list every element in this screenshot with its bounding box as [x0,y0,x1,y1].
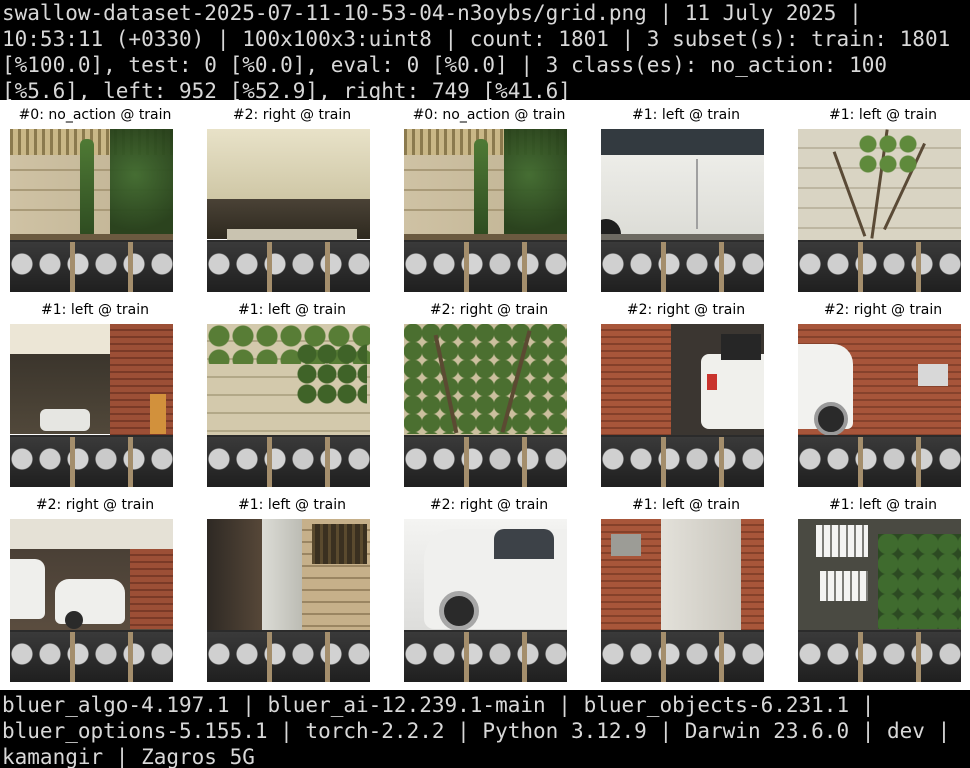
cell-title: #1: left @ train [238,302,346,318]
cell-title: #1: left @ train [829,497,937,513]
thumbnail-image [601,519,764,682]
grid-cell: #1: left @ train [788,100,970,295]
cell-title: #2: right @ train [626,302,746,318]
grid-cell: #1: left @ train [591,100,781,295]
thumbnail-image [207,519,370,682]
grid-cell: #2: right @ train [591,295,781,490]
thumbnail-image [207,129,370,292]
cell-title: #2: right @ train [429,302,549,318]
footer-versions: bluer_algo-4.197.1 | bluer_ai-12.239.1-m… [0,690,970,768]
thumbnail-image [10,519,173,682]
grid-cell: #1: left @ train [197,295,387,490]
cell-title: #1: left @ train [829,107,937,123]
thumbnail-image [798,324,961,487]
grid-cell: #1: left @ train [197,490,387,685]
thumbnail-image [10,324,173,487]
grid-cell: #2: right @ train [394,295,584,490]
grid-cell: #0: no_action @ train [0,100,190,295]
thumbnail-image [10,129,173,292]
cell-title: #2: right @ train [823,302,943,318]
thumbnail-image [798,519,961,682]
thumbnail-image [207,324,370,487]
thumbnail-image [404,324,567,487]
cell-title: #2: right @ train [429,497,549,513]
grid-cell: #2: right @ train [394,490,584,685]
thumbnail-image [798,129,961,292]
cell-title: #2: right @ train [35,497,155,513]
grid-cell: #1: left @ train [0,295,190,490]
header-metadata: swallow-dataset-2025-07-11-10-53-04-n3oy… [0,0,970,100]
cell-title: #0: no_action @ train [412,107,566,123]
cell-title: #1: left @ train [632,497,740,513]
cell-title: #1: left @ train [41,302,149,318]
thumbnail-image [601,129,764,292]
cell-title: #1: left @ train [632,107,740,123]
cell-title: #1: left @ train [238,497,346,513]
cell-title: #2: right @ train [232,107,352,123]
grid-cell: #2: right @ train [788,295,970,490]
grid-cell: #1: left @ train [591,490,781,685]
thumbnail-image [601,324,764,487]
cell-title: #0: no_action @ train [18,107,172,123]
image-grid: #0: no_action @ train #2: right @ train … [0,100,970,690]
thumbnail-image [404,519,567,682]
thumbnail-image [404,129,567,292]
grid-cell: #2: right @ train [197,100,387,295]
grid-cell: #2: right @ train [0,490,190,685]
grid-cell: #0: no_action @ train [394,100,584,295]
grid-cell: #1: left @ train [788,490,970,685]
